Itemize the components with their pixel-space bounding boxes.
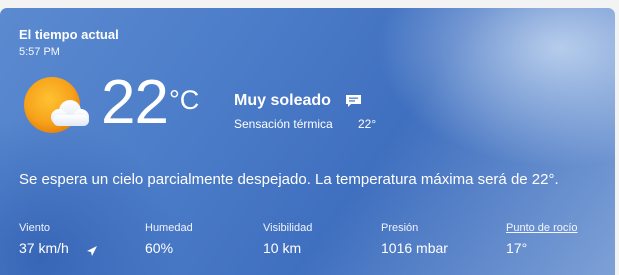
detail-value: 10 km	[263, 240, 302, 256]
dew-point-link[interactable]: Punto de rocío	[506, 222, 578, 234]
detail-visibility: Visibilidad 10 km	[263, 222, 312, 256]
card-title: El tiempo actual	[19, 27, 119, 42]
message-icon[interactable]	[345, 94, 362, 108]
detail-pressure: Presión 1016 mbar	[381, 222, 448, 256]
wind-direction-icon	[87, 246, 97, 256]
temperature-unit-toggle[interactable]: °C	[169, 85, 199, 115]
detail-label: Visibilidad	[263, 222, 313, 234]
detail-value: 1016 mbar	[381, 240, 448, 256]
detail-label: Presión	[381, 222, 419, 234]
detail-value: 60%	[145, 240, 174, 256]
observation-time: 5:57 PM	[19, 46, 60, 58]
weather-condition: Muy soleado	[234, 92, 331, 109]
sun-behind-cloud-icon	[24, 77, 89, 133]
current-temperature: 22	[101, 68, 169, 137]
detail-wind: Viento 37 km/h	[19, 222, 69, 256]
forecast-summary: Se espera un cielo parcialmente despejad…	[19, 171, 559, 188]
detail-value: 37 km/h	[19, 240, 69, 256]
detail-dew-point[interactable]: Punto de rocío 17°	[506, 222, 578, 256]
detail-label: Humedad	[145, 222, 193, 234]
feels-like-value: 22°	[358, 117, 377, 131]
feels-like-label: Sensación térmica	[234, 117, 333, 131]
detail-value: 17°	[506, 240, 528, 256]
current-weather-card[interactable]: El tiempo actual 5:57 PM 22 °C Muy solea…	[0, 8, 615, 275]
detail-label: Viento	[19, 222, 50, 234]
detail-humidity: Humedad 60%	[145, 222, 193, 256]
